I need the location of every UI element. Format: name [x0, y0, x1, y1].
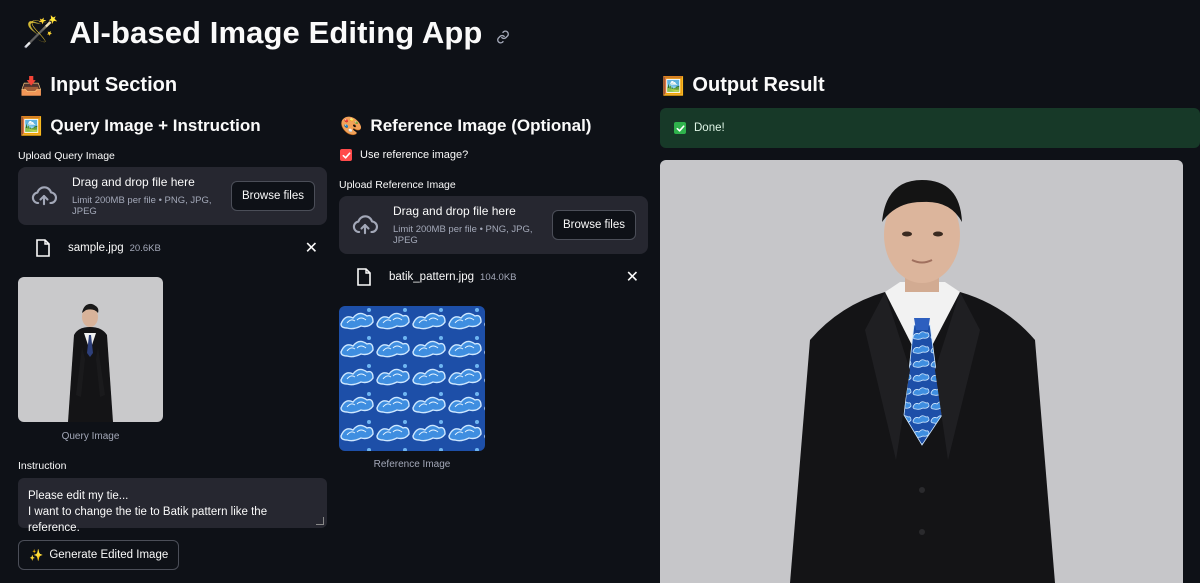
output-image: [660, 160, 1183, 583]
reference-header: 🎨 Reference Image (Optional): [340, 115, 591, 137]
magic-wand-icon: 🪄: [22, 16, 60, 49]
output-section-header: 🖼️ Output Result: [662, 74, 825, 97]
link-icon[interactable]: [496, 30, 510, 44]
picture-icon: 🖼️: [20, 116, 43, 136]
page-title: AI-based Image Editing App: [69, 15, 483, 50]
use-reference-label: Use reference image?: [360, 149, 469, 161]
dropzone-title: Drag and drop file here: [393, 204, 516, 218]
dropzone-title: Drag and drop file here: [72, 175, 195, 189]
query-dropzone[interactable]: Drag and drop file here Limit 200MB per …: [18, 167, 327, 225]
resize-handle-icon[interactable]: [316, 517, 324, 525]
query-upload-label: Upload Query Image: [18, 150, 115, 162]
output-section-title: Output Result: [692, 74, 825, 96]
reference-file-name: batik_pattern.jpg: [389, 271, 475, 283]
checkmark-icon: [342, 151, 350, 159]
reference-browse-button[interactable]: Browse files: [552, 210, 636, 240]
dropzone-limit-text: Limit 200MB per file • PNG, JPG, JPEG: [393, 224, 533, 246]
query-image-caption: Query Image: [61, 431, 120, 442]
check-mark-icon: [674, 122, 686, 134]
use-reference-checkbox[interactable]: [340, 149, 352, 161]
reference-title: Reference Image (Optional): [370, 116, 592, 135]
cloud-upload-icon: [31, 186, 57, 206]
input-section-title: Input Section: [50, 74, 178, 96]
picture-icon: 🖼️: [662, 75, 685, 96]
generate-edited-image-button[interactable]: ✨ Generate Edited Image: [18, 540, 180, 570]
reference-upload-label: Upload Reference Image: [339, 179, 456, 191]
query-file-row: sample.jpg 20.6KB ✕: [36, 238, 318, 258]
palette-icon: 🎨: [340, 116, 363, 136]
remove-query-file-close-icon[interactable]: ✕: [305, 238, 318, 258]
cloud-upload-icon: [352, 215, 378, 235]
use-reference-checkbox-row[interactable]: Use reference image?: [340, 149, 468, 161]
input-section-header: 📥 Input Section: [20, 74, 177, 97]
remove-reference-file-close-icon[interactable]: ✕: [626, 267, 639, 287]
query-browse-button[interactable]: Browse files: [231, 181, 315, 211]
batik-pattern-image: [339, 306, 485, 451]
query-header: 🖼️ Query Image + Instruction: [20, 115, 261, 137]
reference-image-thumbnail: [339, 306, 485, 451]
edited-result-image: [660, 160, 1183, 583]
query-image: [18, 277, 163, 422]
reference-dropzone[interactable]: Drag and drop file here Limit 200MB per …: [339, 196, 648, 254]
app-header: 🪄 AI-based Image Editing App: [22, 14, 510, 52]
file-icon: [357, 268, 371, 286]
file-icon: [36, 239, 50, 257]
query-title: Query Image + Instruction: [50, 116, 261, 135]
success-message: Done!: [660, 108, 1200, 148]
reference-file-size: 104.0KB: [480, 271, 517, 283]
generate-button-label: Generate Edited Image: [49, 549, 169, 561]
instruction-textarea[interactable]: Please edit my tie... I want to change t…: [18, 478, 327, 534]
query-file-size: 20.6KB: [129, 242, 161, 254]
inbox-tray-icon: 📥: [20, 75, 43, 96]
query-image-thumbnail: [18, 277, 163, 422]
query-file-name: sample.jpg: [68, 242, 124, 254]
instruction-label: Instruction: [18, 460, 67, 472]
reference-image-caption: Reference Image: [373, 459, 451, 470]
sparkles-icon: ✨: [29, 550, 44, 562]
success-text: Done!: [694, 122, 725, 134]
reference-file-row: batik_pattern.jpg 104.0KB ✕: [357, 267, 639, 287]
dropzone-limit-text: Limit 200MB per file • PNG, JPG, JPEG: [72, 195, 212, 217]
